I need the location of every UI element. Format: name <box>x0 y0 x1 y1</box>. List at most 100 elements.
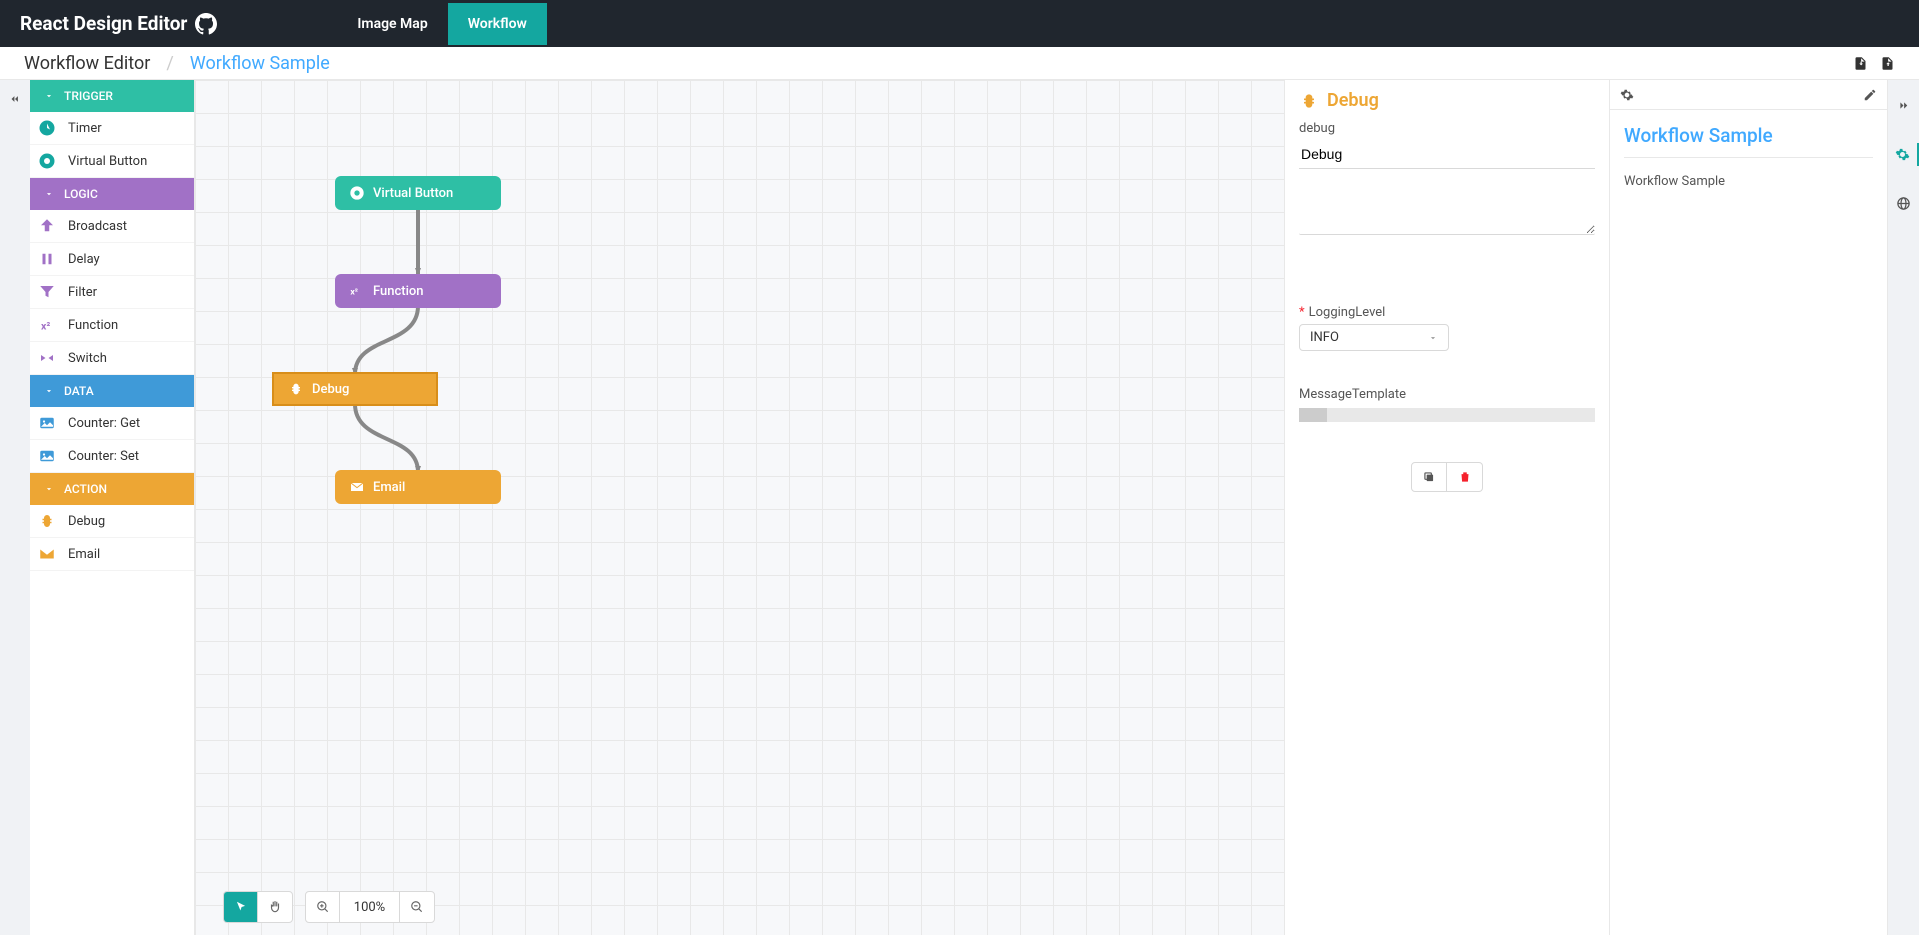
chevron-down-icon <box>44 91 54 101</box>
zoom-group: 100% <box>305 891 435 923</box>
node-email[interactable]: Email <box>335 470 501 504</box>
clock-icon <box>38 119 56 137</box>
sidebar-collapse-strip <box>0 80 30 935</box>
clone-button[interactable] <box>1411 462 1447 492</box>
logging-level-label: *LoggingLevel <box>1299 305 1595 320</box>
tab-workflow[interactable]: Workflow <box>448 3 547 45</box>
zoom-level: 100% <box>340 892 400 922</box>
bug-icon <box>288 381 304 397</box>
node-action-buttons <box>1299 462 1595 492</box>
trash-icon <box>1458 470 1472 484</box>
inspector-body: Workflow Sample Workflow Sample <box>1610 110 1887 203</box>
delete-button[interactable] <box>1447 462 1483 492</box>
tool-mode-group <box>223 891 293 923</box>
sidebar-item-label: Filter <box>68 285 97 300</box>
node-label: Debug <box>312 382 349 397</box>
node-label: Virtual Button <box>373 186 453 201</box>
panel-header-trigger[interactable]: TRIGGER <box>30 80 194 112</box>
node-function[interactable]: x² Function <box>335 274 501 308</box>
rail-settings[interactable] <box>1888 143 1919 166</box>
properties-panel: Debug debug *LoggingLevel INFO MessageTe… <box>1284 80 1609 935</box>
zoom-in-icon <box>316 900 330 914</box>
brand: React Design Editor <box>20 12 217 35</box>
breadcrumb-actions <box>1853 56 1895 71</box>
tab-image-map[interactable]: Image Map <box>337 3 447 45</box>
sidebar-item-label: Email <box>68 547 100 562</box>
rail-collapse[interactable] <box>1888 94 1919 117</box>
chevron-down-icon <box>44 189 54 199</box>
sidebar-item-label: Virtual Button <box>68 154 147 169</box>
bug-icon <box>1299 91 1319 111</box>
svg-text:x²: x² <box>41 320 50 333</box>
logging-level-value: INFO <box>1310 330 1339 345</box>
sidebar-item-label: Function <box>68 318 118 333</box>
node-label: Function <box>373 284 424 299</box>
broadcast-icon <box>38 217 56 235</box>
app-header: React Design Editor Image Map Workflow <box>0 0 1919 47</box>
message-template-label: MessageTemplate <box>1299 387 1595 402</box>
rail-globe[interactable] <box>1888 192 1919 215</box>
gear-icon <box>1895 147 1910 162</box>
filter-icon <box>38 283 56 301</box>
node-virtual-button[interactable]: Virtual Button <box>335 176 501 210</box>
brand-title: React Design Editor <box>20 12 187 35</box>
sidebar: TRIGGER Timer Virtual Button LOGIC Broad… <box>30 80 195 935</box>
sidebar-item-counter-get[interactable]: Counter: Get <box>30 407 194 440</box>
inspector-header <box>1610 80 1887 110</box>
switch-icon <box>38 349 56 367</box>
breadcrumb-root[interactable]: Workflow Editor <box>24 53 150 74</box>
image-icon <box>38 447 56 465</box>
node-label: Email <box>373 480 405 495</box>
upload-icon[interactable] <box>1880 56 1895 71</box>
function-icon: x² <box>349 283 365 299</box>
bug-icon <box>38 512 56 530</box>
breadcrumb: Workflow Editor / Workflow Sample <box>24 53 330 74</box>
sidebar-item-label: Debug <box>68 514 105 529</box>
sidebar-item-delay[interactable]: Delay <box>30 243 194 276</box>
collapse-left-icon[interactable] <box>8 92 22 106</box>
logging-level-select[interactable]: INFO <box>1299 324 1449 351</box>
sidebar-item-switch[interactable]: Switch <box>30 342 194 375</box>
message-template-input[interactable] <box>1299 408 1595 422</box>
github-icon[interactable] <box>195 13 217 35</box>
breadcrumb-sep: / <box>166 53 173 74</box>
sidebar-item-counter-set[interactable]: Counter: Set <box>30 440 194 473</box>
canvas[interactable]: Virtual Button x² Function Debug Email 1… <box>195 80 1284 935</box>
hand-icon <box>268 900 282 914</box>
name-input[interactable] <box>1299 140 1595 169</box>
sidebar-item-filter[interactable]: Filter <box>30 276 194 309</box>
zoom-in-button[interactable] <box>306 892 340 922</box>
panel-header-action[interactable]: ACTION <box>30 473 194 505</box>
select-tool-button[interactable] <box>224 892 258 922</box>
panel-title: DATA <box>64 384 94 398</box>
sidebar-item-email[interactable]: Email <box>30 538 194 571</box>
sidebar-item-debug[interactable]: Debug <box>30 505 194 538</box>
edit-icon[interactable] <box>1863 88 1877 102</box>
sidebar-item-broadcast[interactable]: Broadcast <box>30 210 194 243</box>
properties-title: Debug <box>1299 90 1595 111</box>
nav-tabs: Image Map Workflow <box>337 3 546 45</box>
node-debug[interactable]: Debug <box>272 372 438 406</box>
envelope-icon <box>38 545 56 563</box>
sidebar-item-timer[interactable]: Timer <box>30 112 194 145</box>
envelope-icon <box>349 479 365 495</box>
collapse-right-icon <box>1896 98 1911 113</box>
sidebar-item-function[interactable]: x² Function <box>30 309 194 342</box>
sidebar-item-label: Counter: Set <box>68 449 139 464</box>
panel-header-logic[interactable]: LOGIC <box>30 178 194 210</box>
pan-tool-button[interactable] <box>258 892 292 922</box>
gear-icon[interactable] <box>1620 88 1634 102</box>
zoom-out-button[interactable] <box>400 892 434 922</box>
description-textarea[interactable] <box>1299 175 1595 235</box>
sidebar-item-virtual-button[interactable]: Virtual Button <box>30 145 194 178</box>
panel-title: LOGIC <box>64 187 98 201</box>
type-label: debug <box>1299 121 1595 136</box>
download-icon[interactable] <box>1853 56 1868 71</box>
properties-title-text: Debug <box>1327 90 1379 111</box>
sidebar-item-label: Switch <box>68 351 107 366</box>
function-icon: x² <box>38 316 56 334</box>
chevron-down-icon <box>44 484 54 494</box>
zoom-out-icon <box>410 900 424 914</box>
sidebar-item-label: Timer <box>68 121 102 136</box>
panel-header-data[interactable]: DATA <box>30 375 194 407</box>
